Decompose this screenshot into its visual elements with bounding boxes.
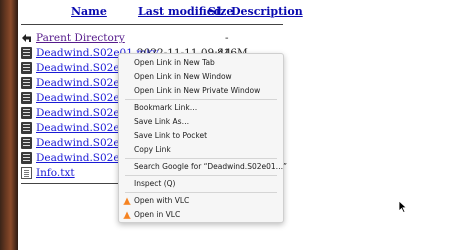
open-in-vlc-item[interactable]: Open in VLC — [119, 208, 283, 222]
parent-directory-link[interactable]: Parent Directory — [36, 31, 125, 45]
vlc-cone-icon — [123, 197, 131, 205]
mouse-pointer-icon — [398, 200, 408, 213]
context-menu: Open Link in New Tab Open Link in New Wi… — [118, 53, 287, 223]
open-link-new-tab-item[interactable]: Open Link in New Tab — [119, 56, 283, 70]
open-with-vlc-item[interactable]: Open with VLC — [119, 194, 283, 208]
menu-separator — [125, 192, 277, 193]
file-link[interactable]: Info.txt — [36, 166, 75, 180]
name-column-header[interactable]: Name — [71, 5, 107, 18]
open-in-vlc-label: Open in VLC — [134, 210, 181, 219]
video-file-icon — [21, 152, 32, 164]
video-file-icon — [21, 107, 32, 119]
open-with-vlc-label: Open with VLC — [134, 196, 190, 205]
open-link-new-window-item[interactable]: Open Link in New Window — [119, 70, 283, 84]
back-arrow-icon — [22, 34, 31, 42]
column-headers: Name Last modified Size Description — [36, 5, 303, 21]
vlc-cone-icon — [123, 211, 131, 219]
video-file-icon — [21, 92, 32, 104]
header-divider — [21, 24, 283, 25]
video-file-icon — [21, 62, 32, 74]
description-column-header[interactable]: Description — [231, 5, 303, 18]
menu-separator — [125, 175, 277, 176]
video-file-icon — [21, 122, 32, 134]
menu-separator — [125, 158, 277, 159]
inspect-item[interactable]: Inspect (Q) — [119, 177, 283, 191]
video-file-icon — [21, 47, 32, 59]
search-google-item[interactable]: Search Google for “Deadwind.S02e01…” — [119, 160, 287, 174]
menu-separator — [125, 99, 277, 100]
save-link-to-pocket-item[interactable]: Save Link to Pocket — [119, 129, 283, 143]
open-link-private-window-item[interactable]: Open Link in New Private Window — [119, 84, 283, 98]
video-file-icon — [21, 137, 32, 149]
video-file-icon — [21, 77, 32, 89]
bookmark-link-item[interactable]: Bookmark Link… — [119, 101, 283, 115]
text-file-icon — [21, 167, 32, 179]
parent-directory-size: - — [225, 32, 229, 44]
background-strip — [0, 0, 18, 250]
copy-link-item[interactable]: Copy Link — [119, 143, 283, 157]
save-link-as-item[interactable]: Save Link As… — [119, 115, 283, 129]
size-column-header[interactable]: Size — [208, 5, 233, 18]
